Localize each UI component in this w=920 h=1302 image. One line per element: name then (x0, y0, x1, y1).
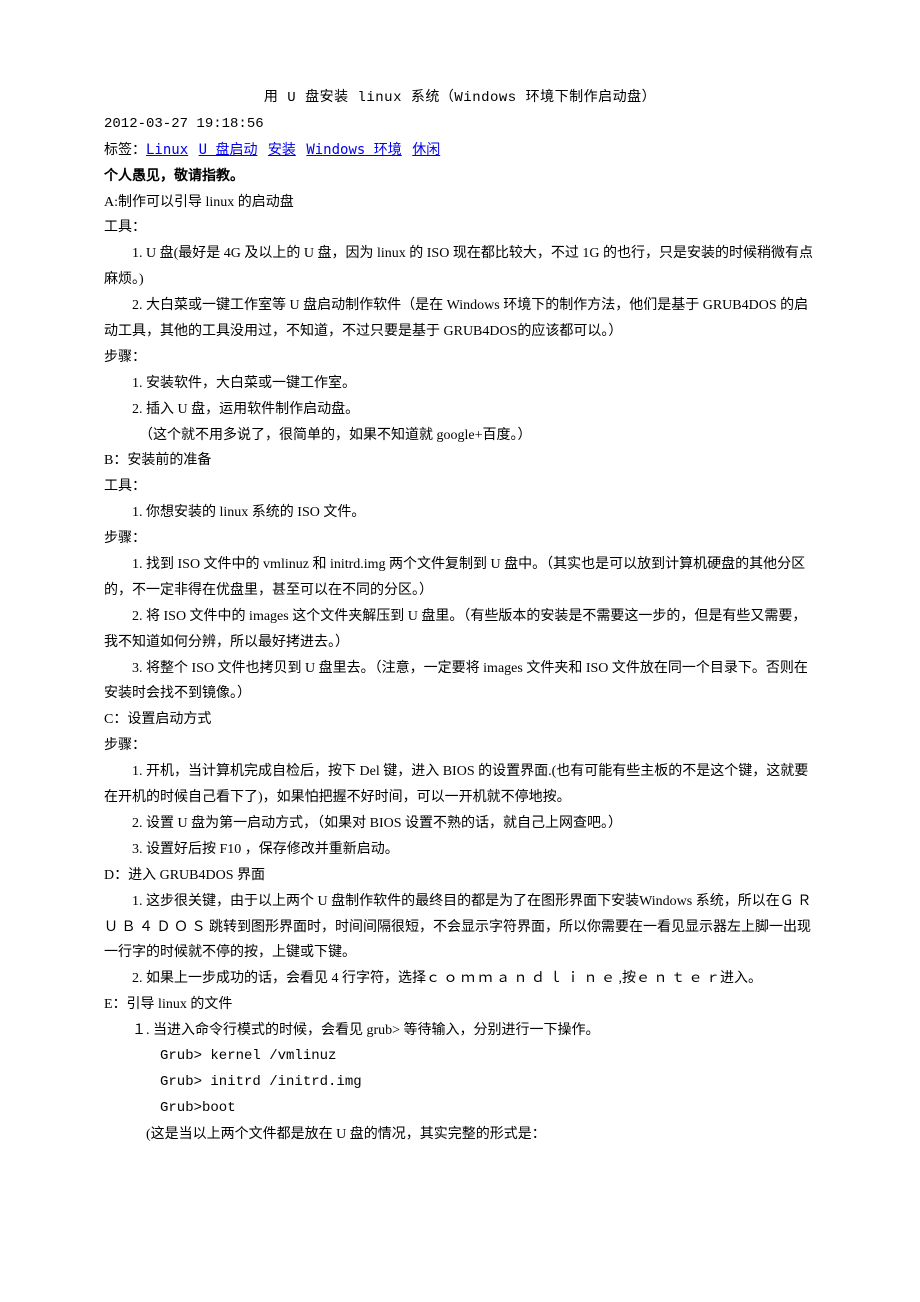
section-c-step-1: 1. 开机，当计算机完成自检后，按下 Del 键，进入 BIOS 的设置界面.(… (104, 759, 816, 811)
section-b-heading: B：安装前的准备 (104, 448, 816, 474)
section-d-heading: D：进入 GRUB4DOS 界面 (104, 863, 816, 889)
section-a-step-2-note: （这个就不用多说了，很简单的，如果不知道就 google+百度。） (104, 423, 816, 449)
tag-link-leisure[interactable]: 休闲 (412, 142, 440, 158)
datetime: 2012-03-27 19:18:56 (104, 112, 816, 138)
section-e-heading: E：引导 linux 的文件 (104, 992, 816, 1018)
section-e-step-1: １. 当进入命令行模式的时候，会看见 grub> 等待输入，分别进行一下操作。 (104, 1018, 816, 1044)
section-c-step-2: 2. 设置 U 盘为第一启动方式，（如果对 BIOS 设置不熟的话，就自己上网查… (104, 811, 816, 837)
section-a-heading: A:制作可以引导 linux 的启动盘 (104, 190, 816, 216)
section-a-step-2: 2. 插入 U 盘，运用软件制作启动盘。 (104, 397, 816, 423)
section-c-heading: C：设置启动方式 (104, 707, 816, 733)
tags-line: 标签：Linux U 盘启动 安装 Windows 环境 休闲 (104, 138, 816, 164)
section-c-steps-label: 步骤： (104, 733, 816, 759)
section-b-tool-1: 1. 你想安装的 linux 系统的 ISO 文件。 (104, 500, 816, 526)
code-line-1: Grub> kernel /vmlinuz (104, 1044, 816, 1070)
section-a-tool-1: 1. U 盘(最好是 4G 及以上的 U 盘，因为 linux 的 ISO 现在… (104, 241, 816, 293)
tag-link-windows-env[interactable]: Windows 环境 (306, 142, 401, 158)
section-b-step-2: 2. 将 ISO 文件中的 images 这个文件夹解压到 U 盘里。（有些版本… (104, 604, 816, 656)
tag-link-install[interactable]: 安装 (268, 142, 296, 158)
section-b-steps-label: 步骤： (104, 526, 816, 552)
section-d-step-2: 2. 如果上一步成功的话，会看见 4 行字符，选择ｃ ｏ ｍ ｍ ａ ｎ ｄ ｌ… (104, 966, 816, 992)
tag-link-linux[interactable]: Linux (146, 142, 188, 158)
section-a-tools-label: 工具： (104, 215, 816, 241)
code-line-3: Grub>boot (104, 1096, 816, 1122)
section-b-step-3: 3. 将整个 ISO 文件也拷贝到 U 盘里去。（注意，一定要将 images … (104, 656, 816, 708)
section-a-steps-label: 步骤： (104, 345, 816, 371)
section-a-step-1: 1. 安装软件，大白菜或一键工作室。 (104, 371, 816, 397)
section-c-step-3: 3. 设置好后按 F10 ，保存修改并重新启动。 (104, 837, 816, 863)
document-page: 用 U 盘安装 linux 系统（Windows 环境下制作启动盘） 2012-… (0, 0, 920, 1208)
page-title: 用 U 盘安装 linux 系统（Windows 环境下制作启动盘） (104, 86, 816, 112)
section-a-tool-2: 2. 大白菜或一键工作室等 U 盘启动制作软件（是在 Windows 环境下的制… (104, 293, 816, 345)
section-e-note: (这是当以上两个文件都是放在 U 盘的情况，其实完整的形式是： (104, 1122, 816, 1148)
section-b-tools-label: 工具： (104, 474, 816, 500)
section-d-step-1: 1. 这步很关键，由于以上两个 U 盘制作软件的最终目的都是为了在图形界面下安装… (104, 889, 816, 967)
notice-line: 个人愚见，敬请指教。 (104, 164, 816, 190)
section-b-step-1: 1. 找到 ISO 文件中的 vmlinuz 和 initrd.img 两个文件… (104, 552, 816, 604)
code-line-2: Grub> initrd /initrd.img (104, 1070, 816, 1096)
tags-label: 标签： (104, 142, 146, 158)
tag-link-usb-boot[interactable]: U 盘启动 (199, 142, 258, 158)
